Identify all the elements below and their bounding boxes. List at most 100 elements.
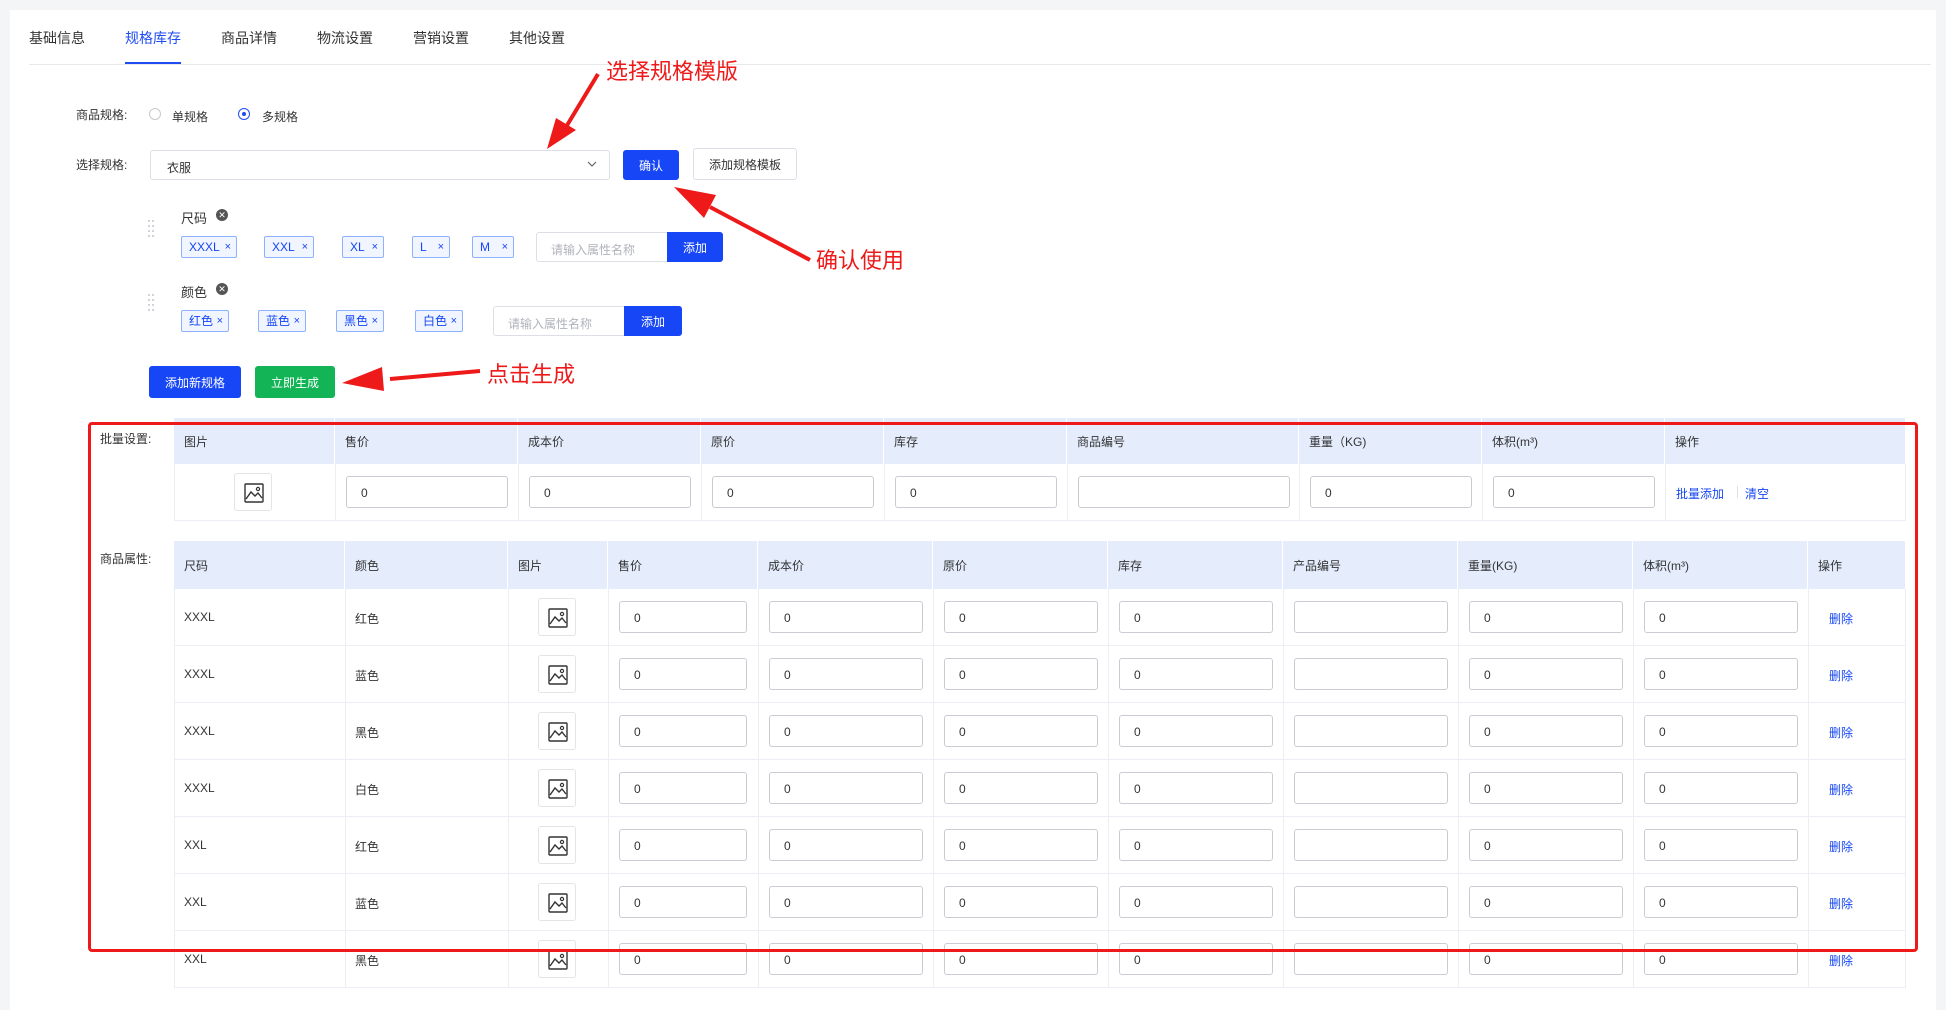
add-attr-button[interactable]: 添加: [624, 306, 682, 336]
attr-name-input[interactable]: 请输入属性名称: [493, 306, 625, 336]
price-input[interactable]: 0: [619, 715, 747, 747]
volume-input[interactable]: 0: [1644, 601, 1798, 633]
batch-volume-input[interactable]: 0: [1493, 476, 1655, 508]
drag-handle-icon[interactable]: [148, 292, 156, 314]
close-icon[interactable]: ×: [302, 237, 308, 257]
price-input[interactable]: 0: [619, 658, 747, 690]
code-input[interactable]: [1294, 601, 1448, 633]
weight-input[interactable]: 0: [1469, 943, 1623, 975]
attr-name-input[interactable]: 请输入属性名称: [536, 232, 668, 262]
stock-input[interactable]: 0: [1119, 715, 1273, 747]
original-input[interactable]: 0: [944, 658, 1098, 690]
remove-group-icon[interactable]: ✕: [216, 283, 228, 295]
weight-input[interactable]: 0: [1469, 829, 1623, 861]
image-upload-icon[interactable]: [538, 883, 576, 921]
price-input[interactable]: 0: [619, 943, 747, 975]
drag-handle-icon[interactable]: [148, 218, 156, 240]
weight-input[interactable]: 0: [1469, 601, 1623, 633]
batch-weight-input[interactable]: 0: [1310, 476, 1472, 508]
weight-input[interactable]: 0: [1469, 772, 1623, 804]
volume-input[interactable]: 0: [1644, 772, 1798, 804]
add-new-spec-button[interactable]: 添加新规格: [149, 366, 241, 398]
spec-template-select[interactable]: 衣服: [150, 150, 610, 180]
weight-input[interactable]: 0: [1469, 886, 1623, 918]
original-input[interactable]: 0: [944, 829, 1098, 861]
cost-input[interactable]: 0: [769, 601, 923, 633]
add-spec-template-button[interactable]: 添加规格模板: [693, 148, 797, 180]
volume-input[interactable]: 0: [1644, 886, 1798, 918]
image-upload-icon[interactable]: [538, 655, 576, 693]
cost-input[interactable]: 0: [769, 886, 923, 918]
code-input[interactable]: [1294, 943, 1448, 975]
delete-link[interactable]: 删除: [1829, 952, 1853, 969]
close-icon[interactable]: ×: [372, 311, 378, 331]
batch-cost-input[interactable]: 0: [529, 476, 691, 508]
close-icon[interactable]: ×: [502, 237, 508, 257]
image-upload-icon[interactable]: [538, 769, 576, 807]
image-upload-icon[interactable]: [538, 940, 576, 978]
close-icon[interactable]: ×: [372, 237, 378, 257]
price-input[interactable]: 0: [619, 829, 747, 861]
delete-link[interactable]: 删除: [1829, 895, 1853, 912]
cost-input[interactable]: 0: [769, 943, 923, 975]
delete-link[interactable]: 删除: [1829, 667, 1853, 684]
delete-link[interactable]: 删除: [1829, 838, 1853, 855]
delete-link[interactable]: 删除: [1829, 781, 1853, 798]
stock-input[interactable]: 0: [1119, 772, 1273, 804]
confirm-button[interactable]: 确认: [623, 150, 679, 180]
tab-basic-info[interactable]: 基础信息: [29, 28, 85, 64]
tab-spec-stock[interactable]: 规格库存: [125, 28, 181, 64]
batch-price-input[interactable]: 0: [346, 476, 508, 508]
volume-input[interactable]: 0: [1644, 829, 1798, 861]
stock-input[interactable]: 0: [1119, 829, 1273, 861]
code-input[interactable]: [1294, 829, 1448, 861]
tab-product-detail[interactable]: 商品详情: [221, 28, 277, 64]
batch-stock-input[interactable]: 0: [895, 476, 1057, 508]
delete-link[interactable]: 删除: [1829, 724, 1853, 741]
image-upload-icon[interactable]: [538, 712, 576, 750]
image-upload-icon[interactable]: [234, 473, 272, 511]
price-input[interactable]: 0: [619, 886, 747, 918]
delete-link[interactable]: 删除: [1829, 610, 1853, 627]
volume-input[interactable]: 0: [1644, 658, 1798, 690]
close-icon[interactable]: ×: [217, 311, 223, 331]
code-input[interactable]: [1294, 715, 1448, 747]
close-icon[interactable]: ×: [438, 237, 444, 257]
remove-group-icon[interactable]: ✕: [216, 209, 228, 221]
stock-input[interactable]: 0: [1119, 886, 1273, 918]
original-input[interactable]: 0: [944, 772, 1098, 804]
cost-input[interactable]: 0: [769, 772, 923, 804]
volume-input[interactable]: 0: [1644, 715, 1798, 747]
volume-input[interactable]: 0: [1644, 943, 1798, 975]
radio-single-spec[interactable]: [149, 108, 161, 120]
radio-multi-spec[interactable]: [238, 108, 250, 120]
original-input[interactable]: 0: [944, 943, 1098, 975]
image-upload-icon[interactable]: [538, 598, 576, 636]
batch-original-input[interactable]: 0: [712, 476, 874, 508]
cost-input[interactable]: 0: [769, 715, 923, 747]
cost-input[interactable]: 0: [769, 658, 923, 690]
add-attr-button[interactable]: 添加: [667, 232, 723, 262]
stock-input[interactable]: 0: [1119, 658, 1273, 690]
code-input[interactable]: [1294, 772, 1448, 804]
weight-input[interactable]: 0: [1469, 715, 1623, 747]
original-input[interactable]: 0: [944, 601, 1098, 633]
weight-input[interactable]: 0: [1469, 658, 1623, 690]
clear-link[interactable]: 清空: [1745, 485, 1769, 502]
image-upload-icon[interactable]: [538, 826, 576, 864]
batch-code-input[interactable]: [1078, 476, 1290, 508]
code-input[interactable]: [1294, 886, 1448, 918]
tab-marketing[interactable]: 营销设置: [413, 28, 469, 64]
code-input[interactable]: [1294, 658, 1448, 690]
price-input[interactable]: 0: [619, 601, 747, 633]
price-input[interactable]: 0: [619, 772, 747, 804]
close-icon[interactable]: ×: [294, 311, 300, 331]
tab-other[interactable]: 其他设置: [509, 28, 565, 64]
close-icon[interactable]: ×: [451, 311, 457, 331]
batch-add-link[interactable]: 批量添加: [1676, 485, 1724, 502]
stock-input[interactable]: 0: [1119, 943, 1273, 975]
stock-input[interactable]: 0: [1119, 601, 1273, 633]
original-input[interactable]: 0: [944, 715, 1098, 747]
generate-now-button[interactable]: 立即生成: [255, 366, 335, 398]
close-icon[interactable]: ×: [225, 237, 231, 257]
